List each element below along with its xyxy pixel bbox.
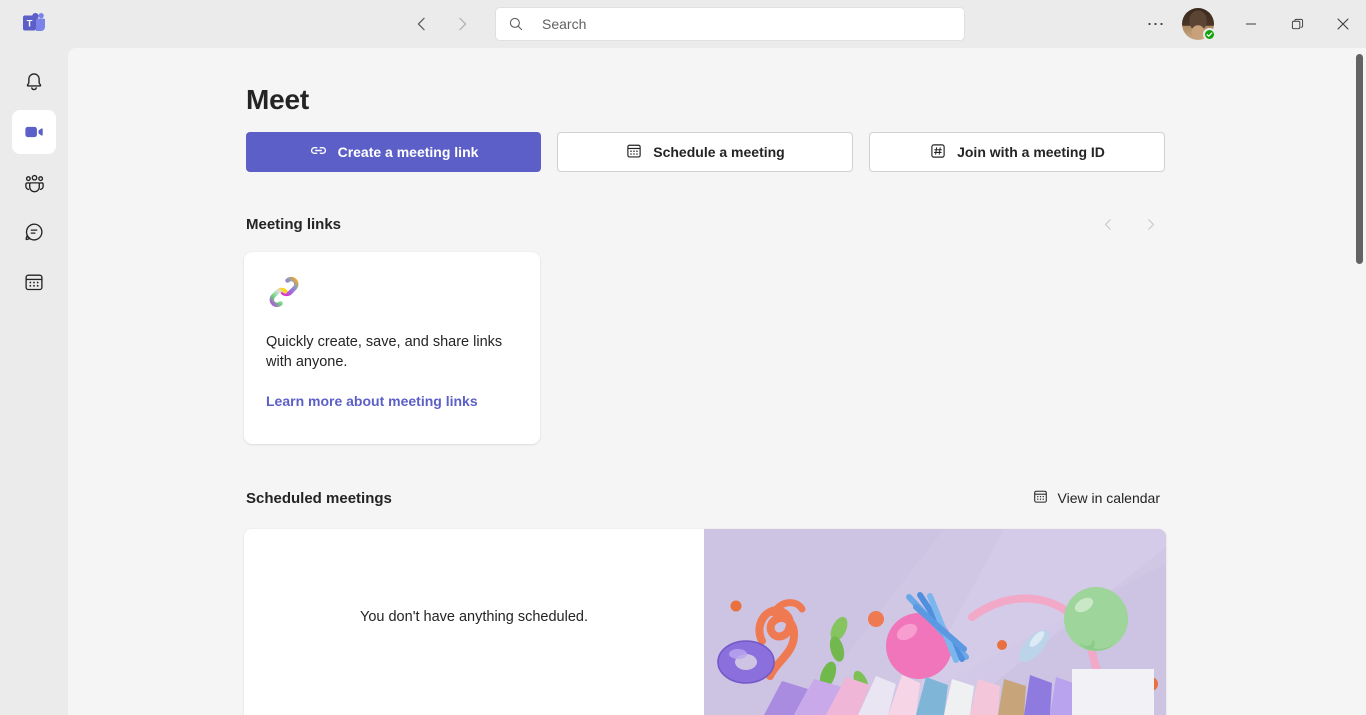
view-in-calendar-label: View in calendar [1057,490,1160,506]
meeting-links-card[interactable]: Quickly create, save, and share links wi… [244,252,540,444]
meeting-links-card-description: Quickly create, save, and share links wi… [266,334,503,370]
svg-text:T: T [27,18,33,29]
chat-bubble-icon [25,223,43,241]
carousel-prev-button[interactable] [1092,208,1124,240]
navigation-arrows [408,10,476,38]
empty-state-message: You don't have anything scheduled. [360,609,588,625]
people-icon [24,174,44,192]
chevron-right-icon [1147,218,1154,230]
more-options-button[interactable]: ⋯ [1140,8,1172,40]
sidebar-item-meet[interactable] [12,110,56,154]
meeting-links-carousel-controls [1092,208,1166,240]
search-bar[interactable] [496,8,964,40]
calendar-icon [25,274,43,291]
chevron-left-icon [1104,218,1111,230]
hash-icon [929,142,947,163]
checkmark-icon [1206,32,1213,37]
calendar-icon [1032,488,1049,508]
left-rail [0,48,68,715]
scheduled-meetings-title: Scheduled meetings [246,489,392,507]
sidebar-item-activity[interactable] [12,60,56,104]
video-camera-icon [25,126,43,138]
create-meeting-link-label: Create a meeting link [337,144,479,160]
sidebar-item-chat[interactable] [12,210,56,254]
scheduled-meetings-panel: You don't have anything scheduled. [244,529,1166,715]
content-pane: Meet Create a meeting link Schedule a me… [68,48,1366,715]
schedule-meeting-label: Schedule a meeting [653,144,785,160]
sidebar-item-communities[interactable] [12,160,56,204]
scheduled-meetings-header: Scheduled meetings View in calendar [246,484,1166,512]
calendar-icon [625,142,643,163]
carousel-next-button[interactable] [1134,208,1166,240]
status-badge [1203,28,1216,41]
minimize-button[interactable] [1228,0,1274,48]
meeting-links-title: Meeting links [246,215,342,233]
vertical-scrollbar[interactable] [1354,54,1364,709]
link-icon [309,141,328,163]
learn-more-link[interactable]: Learn more about meeting links [266,393,478,409]
page-title: Meet [246,84,309,115]
search-icon [506,14,526,34]
back-button[interactable] [408,10,436,38]
bell-icon [26,73,42,91]
window-controls-group: ⋯ [1140,0,1366,48]
celebration-illustration [704,529,1166,715]
scheduled-meetings-empty-state: You don't have anything scheduled. [244,529,704,715]
chain-link-icon [266,274,302,310]
join-meeting-id-button[interactable]: Join with a meeting ID [869,132,1165,172]
avatar[interactable] [1182,8,1216,41]
scrollbar-thumb[interactable] [1356,54,1363,264]
meet-actions-group: Create a meeting link Schedule a meeting [246,132,1165,172]
chevron-right-icon [459,17,467,31]
restore-icon [1291,18,1303,29]
chevron-left-icon [417,17,425,31]
title-bar: T ⋯ [0,0,1366,48]
view-in-calendar-button[interactable]: View in calendar [1026,484,1166,512]
teams-logo-icon: T [0,0,68,48]
meeting-links-header: Meeting links [246,208,1166,240]
sidebar-item-calendar[interactable] [12,260,56,304]
search-input[interactable] [542,16,942,32]
minimize-icon [1246,23,1256,25]
close-icon [1337,18,1349,30]
forward-button[interactable] [448,10,476,38]
schedule-meeting-button[interactable]: Schedule a meeting [557,132,853,172]
close-button[interactable] [1320,0,1366,48]
create-meeting-link-button[interactable]: Create a meeting link [246,132,541,172]
join-meeting-id-label: Join with a meeting ID [957,144,1105,160]
maximize-button[interactable] [1274,0,1320,48]
